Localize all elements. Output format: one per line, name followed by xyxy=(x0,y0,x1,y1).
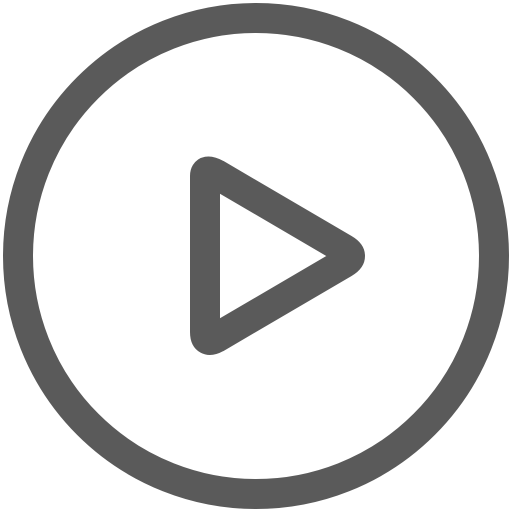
play-circle-icon xyxy=(3,3,509,509)
play-icon-canvas xyxy=(0,0,512,512)
play-triangle-icon xyxy=(190,156,365,355)
play-circle-ring xyxy=(3,3,509,509)
play-button[interactable] xyxy=(0,0,512,512)
